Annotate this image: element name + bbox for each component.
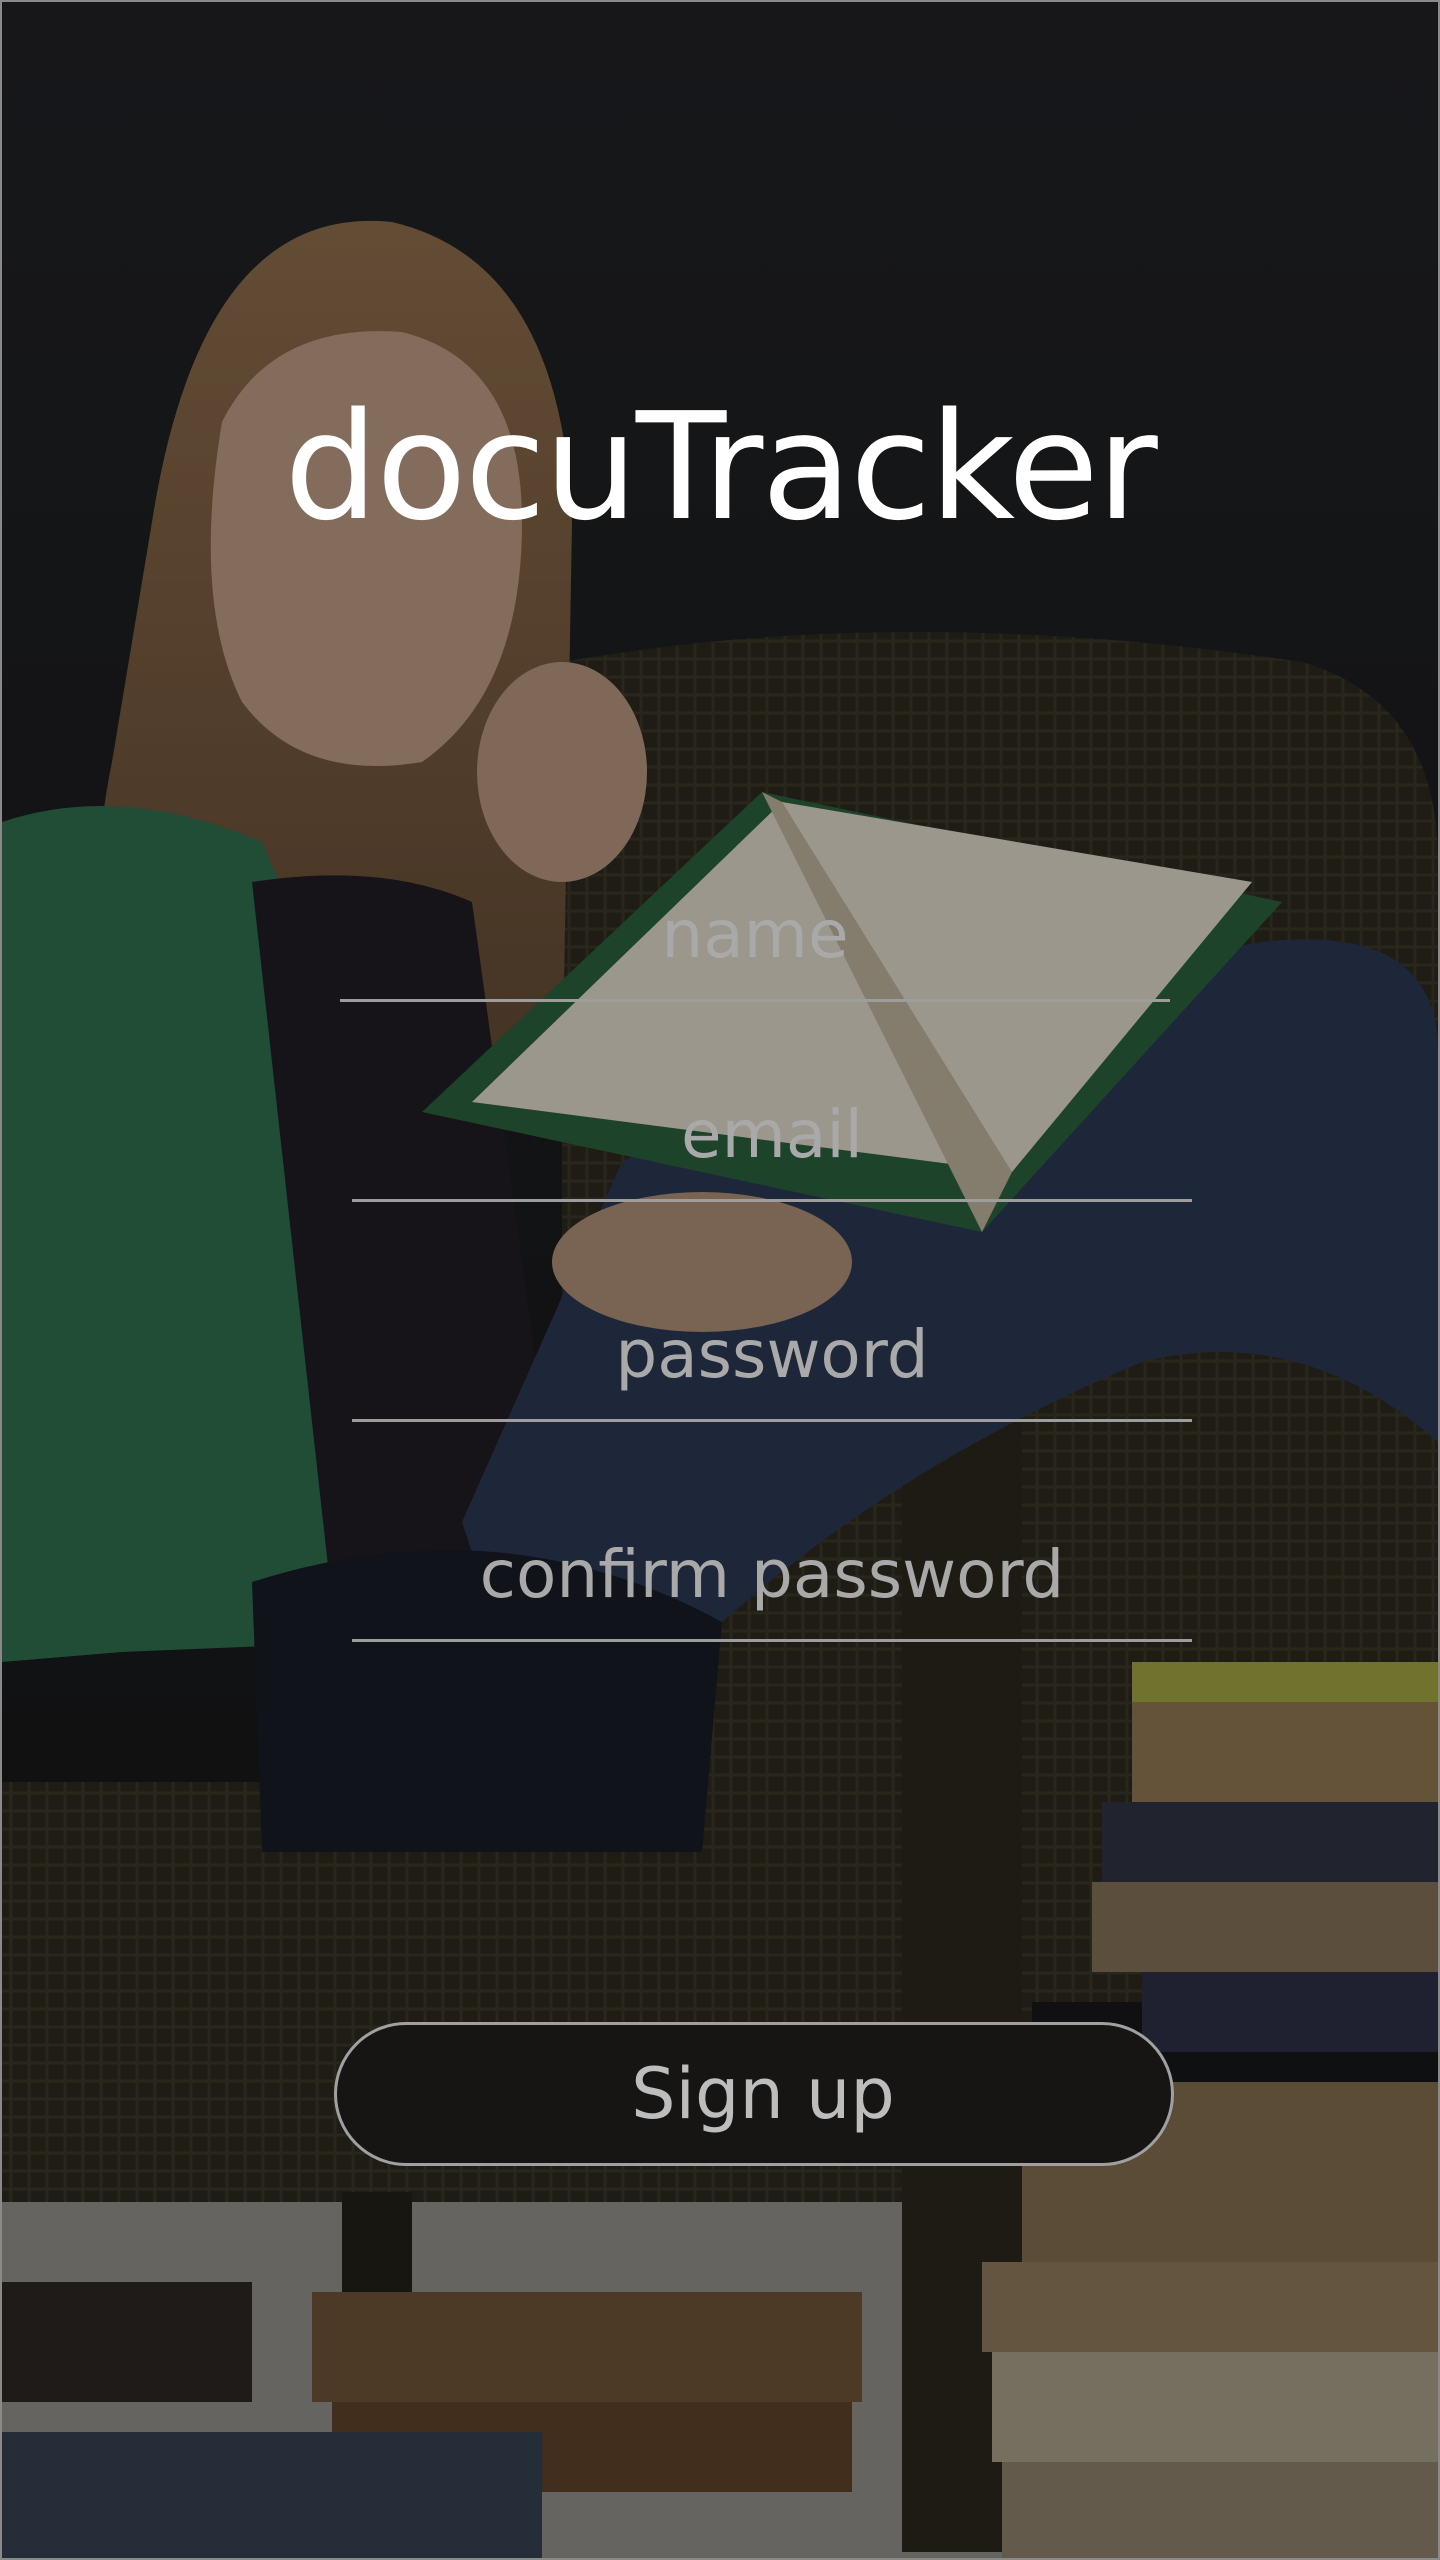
- email-field-container: [352, 1082, 1192, 1202]
- signup-button[interactable]: Sign up: [334, 2022, 1174, 2166]
- confirm-password-input[interactable]: [352, 1522, 1192, 1642]
- email-input[interactable]: [352, 1082, 1192, 1202]
- signup-button-label: Sign up: [631, 2053, 895, 2135]
- password-input[interactable]: [352, 1302, 1192, 1422]
- confirm-password-field-container: [352, 1522, 1192, 1642]
- password-field-container: [352, 1302, 1192, 1422]
- name-field-container: [340, 882, 1170, 1002]
- app-title: docuTracker: [284, 381, 1158, 553]
- signup-screen: docuTracker Sign up: [0, 0, 1440, 2560]
- name-input[interactable]: [340, 882, 1170, 1002]
